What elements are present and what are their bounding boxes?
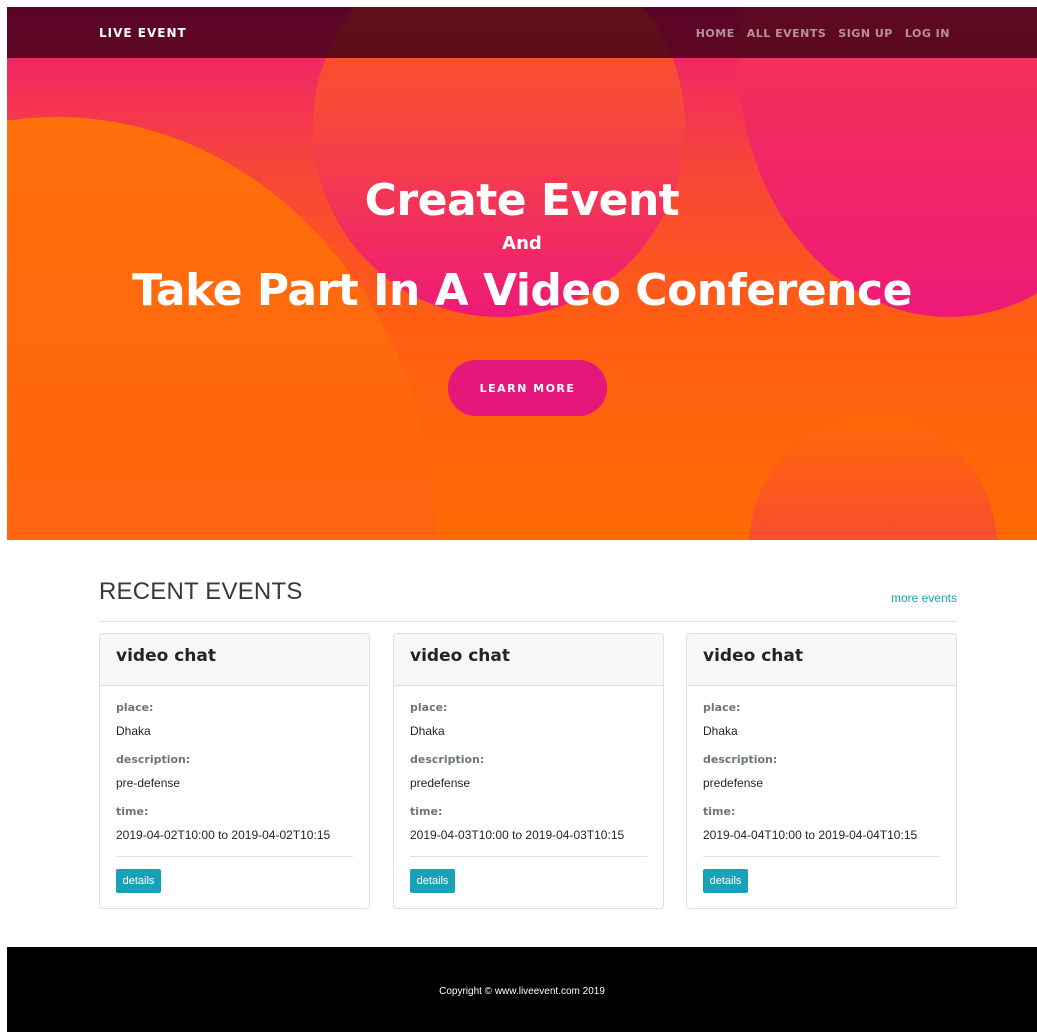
- time-label: time:: [703, 805, 736, 818]
- description-label: description:: [116, 753, 191, 766]
- time-label: time:: [116, 805, 149, 818]
- place-value: Dhaka: [116, 724, 151, 738]
- nav-links: HOME ALL EVENTS SIGN UP LOG IN: [696, 27, 950, 40]
- event-card-title: video chat: [687, 634, 956, 686]
- event-card-title: video chat: [394, 634, 663, 686]
- time-value: 2019-04-02T10:00 to 2019-04-02T10:15: [116, 828, 331, 842]
- recent-events-header: RECENT EVENTS more events: [99, 578, 957, 622]
- hero-heading: Create Event: [364, 175, 680, 226]
- event-card: video chat place: Dhaka description: pre…: [393, 633, 664, 909]
- recent-events-title: RECENT EVENTS: [99, 578, 303, 605]
- nav-link-sign-up[interactable]: SIGN UP: [838, 27, 893, 40]
- description-value: predefense: [410, 776, 471, 790]
- learn-more-button[interactable]: LEARN MORE: [448, 360, 607, 416]
- footer: Copyright © www.liveevent.com 2019: [7, 947, 1037, 1032]
- place-value: Dhaka: [410, 724, 445, 738]
- time-label: time:: [410, 805, 443, 818]
- more-events-link[interactable]: more events: [891, 591, 957, 605]
- hero-decor-circle-bottom: [749, 416, 997, 540]
- card-divider: [410, 856, 647, 857]
- time-value: 2019-04-03T10:00 to 2019-04-03T10:15: [410, 828, 625, 842]
- nav-link-all-events[interactable]: ALL EVENTS: [747, 27, 827, 40]
- brand-logo[interactable]: LIVE EVENT: [99, 26, 187, 40]
- card-divider: [116, 856, 353, 857]
- event-card: video chat place: Dhaka description: pre…: [99, 633, 370, 909]
- description-value: pre-defense: [116, 776, 181, 790]
- place-label: place:: [116, 701, 154, 714]
- details-button[interactable]: details: [410, 869, 455, 893]
- hero-subheading: And: [502, 233, 542, 254]
- hero-section: LIVE EVENT HOME ALL EVENTS SIGN UP LOG I…: [7, 7, 1037, 540]
- nav-link-log-in[interactable]: LOG IN: [905, 27, 950, 40]
- details-button[interactable]: details: [703, 869, 748, 893]
- description-label: description:: [703, 753, 778, 766]
- details-button[interactable]: details: [116, 869, 161, 893]
- navbar: LIVE EVENT HOME ALL EVENTS SIGN UP LOG I…: [7, 7, 1037, 58]
- place-value: Dhaka: [703, 724, 738, 738]
- copyright-text: Copyright © www.liveevent.com 2019: [439, 986, 605, 997]
- place-label: place:: [410, 701, 448, 714]
- time-value: 2019-04-04T10:00 to 2019-04-04T10:15: [703, 828, 918, 842]
- page: LIVE EVENT HOME ALL EVENTS SIGN UP LOG I…: [7, 7, 1037, 1032]
- description-value: predefense: [703, 776, 764, 790]
- event-card-title: video chat: [100, 634, 369, 686]
- hero-tagline: Take Part In A Video Conference: [132, 265, 912, 316]
- description-label: description:: [410, 753, 485, 766]
- event-card: video chat place: Dhaka description: pre…: [686, 633, 957, 909]
- card-divider: [703, 856, 940, 857]
- nav-link-home[interactable]: HOME: [696, 27, 735, 40]
- place-label: place:: [703, 701, 741, 714]
